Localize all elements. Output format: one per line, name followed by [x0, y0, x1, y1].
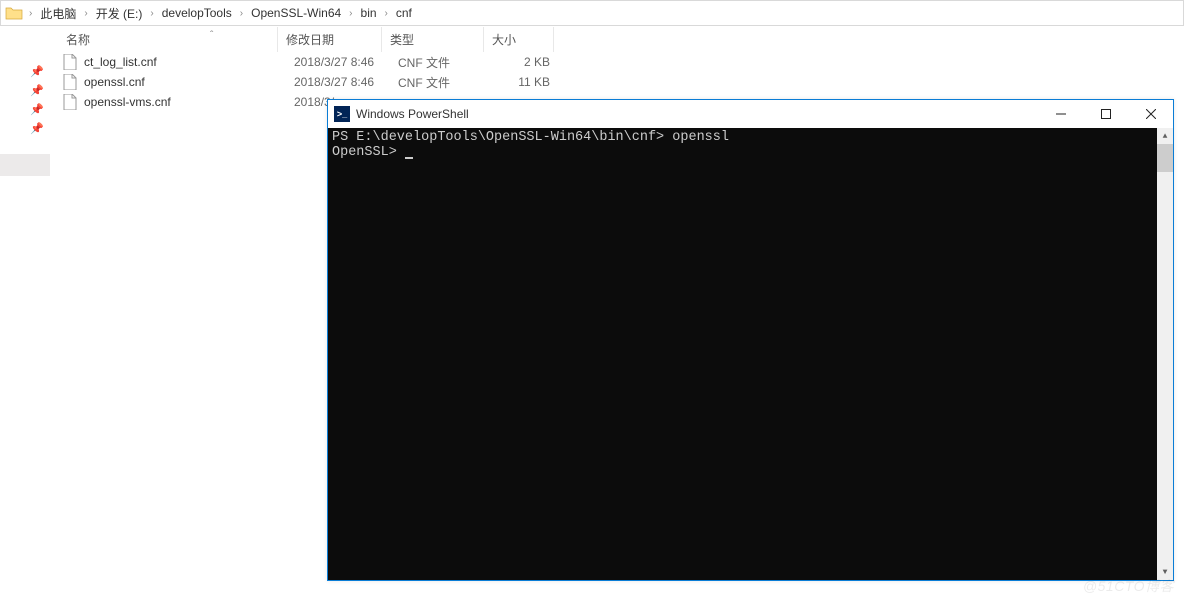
powershell-icon: >_: [334, 106, 350, 122]
file-name: openssl-vms.cnf: [84, 95, 290, 109]
terminal-content[interactable]: PS E:\developTools\OpenSSL-Win64\bin\cnf…: [328, 128, 1173, 580]
window-title: Windows PowerShell: [356, 107, 1038, 121]
window-controls: [1038, 100, 1173, 128]
scroll-up-button[interactable]: ▲: [1157, 128, 1173, 144]
terminal-prompt: PS E:\developTools\OpenSSL-Win64\bin\cnf…: [332, 130, 672, 145]
file-size: 11 KB: [496, 75, 558, 89]
selection-highlight: [0, 154, 50, 176]
folder-icon: [5, 4, 23, 22]
scrollbar-track[interactable]: [1157, 144, 1173, 564]
sort-indicator-icon: ˆ: [210, 30, 213, 41]
terminal-prompt: OpenSSL>: [332, 145, 405, 160]
powershell-window[interactable]: >_ Windows PowerShell PS E:\developTools…: [327, 99, 1174, 581]
close-button[interactable]: [1128, 100, 1173, 128]
file-row[interactable]: openssl.cnf 2018/3/27 8:46 CNF 文件 11 KB: [50, 72, 1184, 92]
file-date: 2018/3/27 8:46: [290, 55, 394, 69]
column-header-size[interactable]: 大小: [484, 27, 554, 52]
pin-icon: 📌: [0, 62, 49, 81]
file-size: 2 KB: [496, 55, 558, 69]
file-name: ct_log_list.cnf: [84, 55, 290, 69]
column-headers: 名称 修改日期 类型 大小: [50, 26, 1184, 52]
file-icon: [62, 74, 78, 90]
quick-access-pane: 📌 📌 📌 📌: [0, 26, 50, 602]
breadcrumb-bar: › 此电脑 › 开发 (E:) › developTools › OpenSSL…: [0, 0, 1184, 26]
pin-icon: 📌: [0, 81, 49, 100]
terminal-command: openssl: [672, 130, 729, 145]
breadcrumb-item[interactable]: 此电脑: [34, 1, 82, 25]
file-icon: [62, 94, 78, 110]
breadcrumb-item[interactable]: OpenSSL-Win64: [245, 1, 347, 25]
scrollbar-thumb[interactable]: [1157, 144, 1173, 172]
chevron-right-icon: ›: [82, 8, 89, 19]
pin-icon: 📌: [0, 100, 49, 119]
column-header-date[interactable]: 修改日期: [278, 27, 382, 52]
watermark: @51CTO博客: [1083, 576, 1174, 596]
minimize-button[interactable]: [1038, 100, 1083, 128]
file-type: CNF 文件: [394, 54, 496, 71]
cursor-icon: [405, 157, 413, 159]
scrollbar[interactable]: ▲ ▼: [1157, 128, 1173, 580]
breadcrumb-item[interactable]: 开发 (E:): [90, 1, 149, 25]
chevron-right-icon: ›: [383, 8, 390, 19]
maximize-button[interactable]: [1083, 100, 1128, 128]
breadcrumb-item[interactable]: cnf: [390, 1, 418, 25]
file-icon: [62, 54, 78, 70]
breadcrumb-item[interactable]: developTools: [156, 1, 238, 25]
file-type: CNF 文件: [394, 74, 496, 91]
column-header-type[interactable]: 类型: [382, 27, 484, 52]
file-name: openssl.cnf: [84, 75, 290, 89]
file-date: 2018/3/27 8:46: [290, 75, 394, 89]
pin-icon: 📌: [0, 119, 49, 138]
file-row[interactable]: ct_log_list.cnf 2018/3/27 8:46 CNF 文件 2 …: [50, 52, 1184, 72]
breadcrumb-item[interactable]: bin: [355, 1, 383, 25]
window-title-bar[interactable]: >_ Windows PowerShell: [328, 100, 1173, 128]
chevron-right-icon: ›: [27, 8, 34, 19]
chevron-right-icon: ›: [347, 8, 354, 19]
chevron-right-icon: ›: [238, 8, 245, 19]
chevron-right-icon: ›: [148, 8, 155, 19]
column-header-name[interactable]: 名称: [50, 27, 278, 52]
